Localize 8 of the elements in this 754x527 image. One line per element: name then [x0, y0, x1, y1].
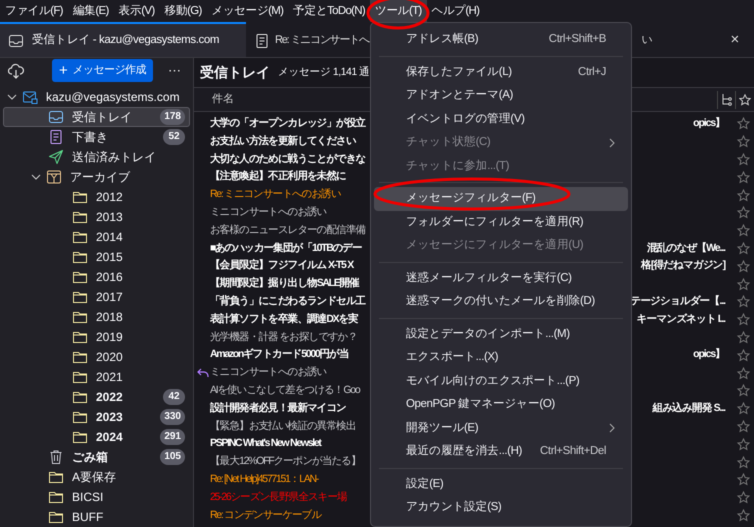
count-badge: 330: [160, 409, 185, 425]
count-badge: 105: [160, 449, 185, 465]
folder-title: 受信トレイ: [200, 63, 270, 82]
count-badge: 42: [163, 389, 185, 405]
count-badge: 291: [160, 429, 185, 445]
count-badge: 178: [160, 109, 185, 125]
message-count: メッセージ 1,141 通: [278, 64, 370, 80]
count-badge: 52: [163, 129, 185, 145]
